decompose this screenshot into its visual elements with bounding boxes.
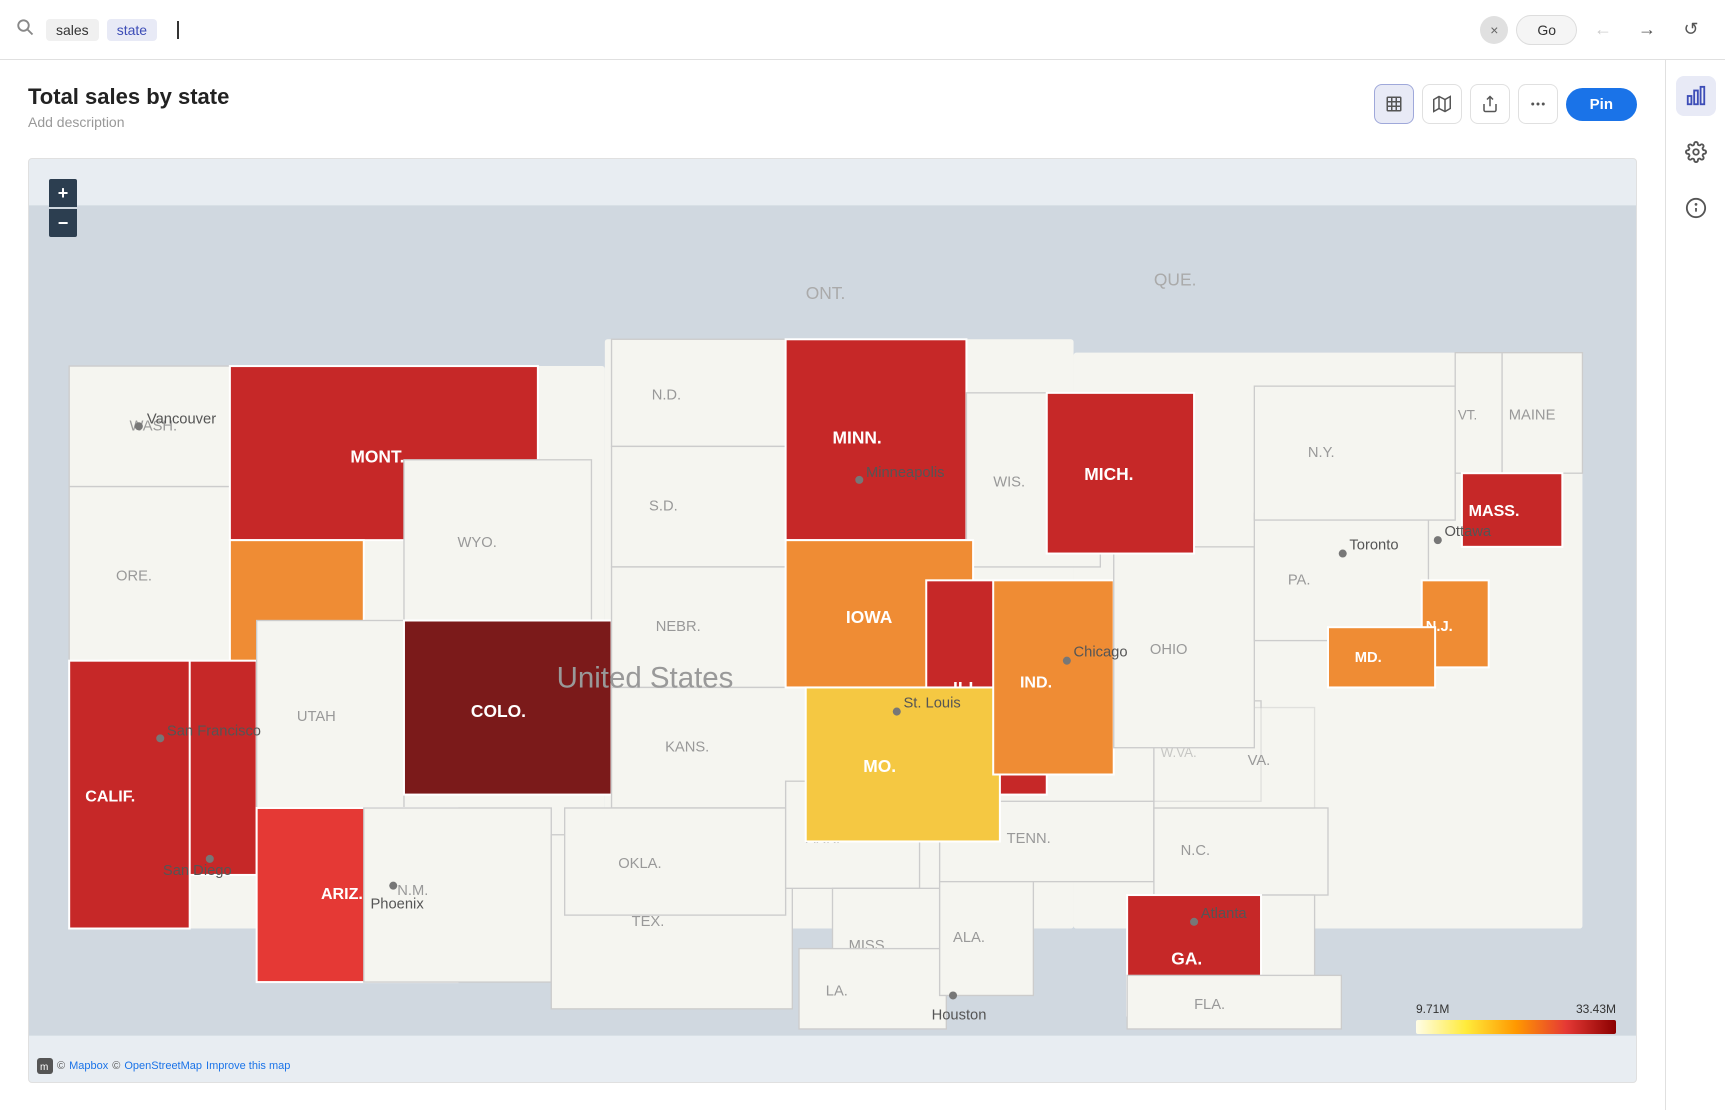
svg-text:N.D.: N.D. xyxy=(652,388,681,404)
svg-text:Phoenix: Phoenix xyxy=(370,896,424,912)
svg-text:UTAH: UTAH xyxy=(297,709,336,725)
svg-text:Chicago: Chicago xyxy=(1074,645,1128,661)
legend-labels: 9.71M 33.43M xyxy=(1416,1002,1616,1016)
share-button[interactable] xyxy=(1470,84,1510,124)
pin-button[interactable]: Pin xyxy=(1566,88,1637,121)
legend-max: 33.43M xyxy=(1576,1002,1616,1016)
refresh-button[interactable]: ↺ xyxy=(1673,12,1709,48)
go-button[interactable]: Go xyxy=(1516,15,1577,45)
svg-text:St. Louis: St. Louis xyxy=(903,696,960,712)
improve-link[interactable]: Improve this map xyxy=(206,1060,290,1072)
svg-text:Atlanta: Atlanta xyxy=(1201,906,1248,922)
svg-text:IOWA: IOWA xyxy=(846,607,893,627)
svg-text:N.Y.: N.Y. xyxy=(1308,445,1335,461)
svg-text:ORE.: ORE. xyxy=(116,568,152,584)
svg-text:TENN.: TENN. xyxy=(1007,831,1051,847)
svg-text:TEX.: TEX. xyxy=(632,914,665,930)
svg-text:Vancouver: Vancouver xyxy=(147,412,216,428)
search-icon xyxy=(16,18,34,41)
search-input[interactable] xyxy=(165,0,1472,59)
svg-text:GA.: GA. xyxy=(1171,949,1202,969)
svg-text:VT.: VT. xyxy=(1458,408,1477,423)
map-credit: m © Mapbox © OpenStreetMap Improve this … xyxy=(37,1058,290,1074)
page-header: Total sales by state Add description xyxy=(28,84,1637,146)
right-sidebar xyxy=(1665,60,1725,1110)
zoom-in-button[interactable]: + xyxy=(49,179,77,207)
svg-text:MASS.: MASS. xyxy=(1469,502,1520,520)
forward-button[interactable]: → xyxy=(1629,12,1665,48)
svg-text:QUE.: QUE. xyxy=(1154,270,1197,290)
svg-text:ARIZ.: ARIZ. xyxy=(321,885,363,903)
svg-text:Ottawa: Ottawa xyxy=(1444,524,1491,540)
svg-text:San Diego: San Diego xyxy=(163,863,232,879)
zoom-controls: + − xyxy=(49,179,77,237)
svg-text:OKLA.: OKLA. xyxy=(618,856,661,872)
svg-text:MD.: MD. xyxy=(1355,650,1382,666)
svg-text:NEBR.: NEBR. xyxy=(656,619,701,635)
svg-text:Houston: Houston xyxy=(932,1008,987,1024)
toolbar: Pin xyxy=(1374,84,1637,124)
left-panel: Total sales by state Add description xyxy=(0,60,1665,1110)
legend-min: 9.71M xyxy=(1416,1002,1449,1016)
info-icon[interactable] xyxy=(1676,188,1716,228)
svg-text:FLA.: FLA. xyxy=(1194,997,1225,1013)
svg-text:WYO.: WYO. xyxy=(458,535,497,551)
osm-link[interactable]: OpenStreetMap xyxy=(124,1060,202,1072)
svg-text:PA.: PA. xyxy=(1288,572,1311,588)
svg-text:OHIO: OHIO xyxy=(1150,642,1188,658)
mapbox-link[interactable]: Mapbox xyxy=(69,1060,108,1072)
back-button[interactable]: ← xyxy=(1585,12,1621,48)
main-layout: Total sales by state Add description xyxy=(0,60,1725,1110)
legend-bar xyxy=(1416,1020,1616,1034)
svg-text:CALIF.: CALIF. xyxy=(85,787,135,805)
page-description[interactable]: Add description xyxy=(28,114,229,130)
svg-text:LA.: LA. xyxy=(826,983,848,999)
svg-text:United States: United States xyxy=(557,661,734,694)
map-legend: 9.71M 33.43M xyxy=(1416,1002,1616,1034)
top-bar: sales state × Go ← → ↺ xyxy=(0,0,1725,60)
us-map-svg: WASH. ORE. MONT. IDAHO NEV. CALIF. UTA xyxy=(29,159,1636,1082)
svg-text:VA.: VA. xyxy=(1248,753,1271,769)
svg-text:N.C.: N.C. xyxy=(1181,843,1210,859)
svg-text:IND.: IND. xyxy=(1020,673,1052,691)
gear-icon[interactable] xyxy=(1676,132,1716,172)
svg-text:S.D.: S.D. xyxy=(649,499,678,515)
map-container[interactable]: + − WASH. ORE. xyxy=(28,158,1637,1083)
svg-text:ALA.: ALA. xyxy=(953,930,985,946)
chart-icon[interactable] xyxy=(1676,76,1716,116)
svg-text:KANS.: KANS. xyxy=(665,740,709,756)
map-view-button[interactable] xyxy=(1422,84,1462,124)
svg-text:San Francisco: San Francisco xyxy=(167,724,261,740)
zoom-out-button[interactable]: − xyxy=(49,209,77,237)
svg-text:MICH.: MICH. xyxy=(1084,464,1133,484)
svg-text:MONT.: MONT. xyxy=(350,446,404,466)
svg-text:Minneapolis: Minneapolis xyxy=(866,465,945,481)
page-title: Total sales by state xyxy=(28,84,229,110)
svg-text:WIS.: WIS. xyxy=(993,475,1025,491)
svg-text:ONT.: ONT. xyxy=(806,283,846,303)
more-button[interactable] xyxy=(1518,84,1558,124)
svg-text:COLO.: COLO. xyxy=(471,701,526,721)
table-view-button[interactable] xyxy=(1374,84,1414,124)
svg-text:Toronto: Toronto xyxy=(1349,538,1398,554)
tag-sales[interactable]: sales xyxy=(46,19,99,41)
svg-text:m: m xyxy=(40,1062,48,1073)
svg-text:MAINE: MAINE xyxy=(1509,408,1556,424)
clear-button[interactable]: × xyxy=(1480,16,1508,44)
tag-state[interactable]: state xyxy=(107,19,157,41)
svg-text:MO.: MO. xyxy=(863,756,896,776)
svg-text:MINN.: MINN. xyxy=(833,428,882,448)
